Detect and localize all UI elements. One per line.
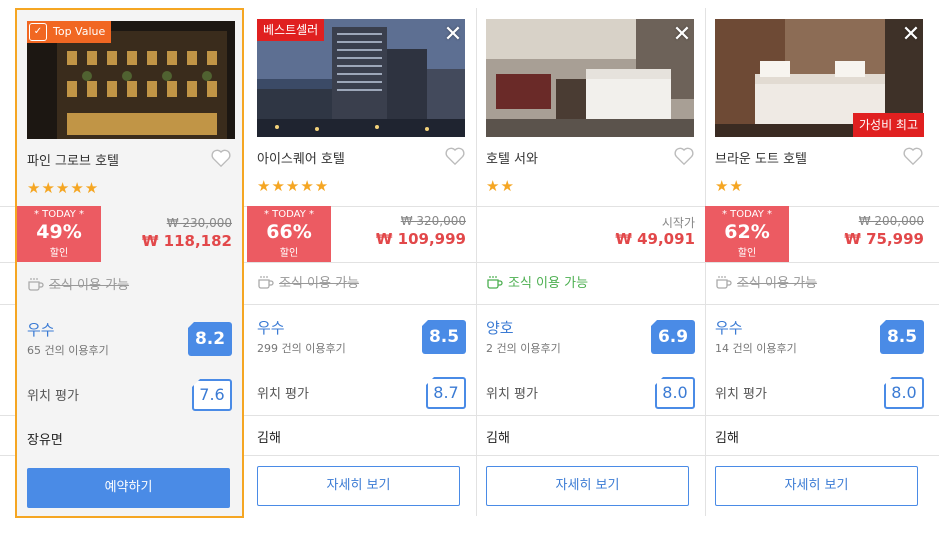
hotel-card[interactable]: 베스트셀러 ✕ 아이스퀘어 호텔 ★★★★★ * TODAY * 66% 할인 … bbox=[247, 8, 476, 518]
sale-price: ₩ 75,999 bbox=[844, 230, 924, 248]
discount-percent: 49% bbox=[36, 221, 82, 243]
hotel-area: 김해 bbox=[257, 431, 281, 446]
star-rating: ★★★★★ bbox=[257, 177, 330, 195]
top-value-icon: ✓ bbox=[29, 23, 47, 41]
hotel-card[interactable]: ✓ Top Value 파인 그로브 호텔 ★★★★★ * TODAY * 49… bbox=[15, 8, 244, 518]
view-details-button[interactable]: 자세히 보기 bbox=[715, 466, 918, 506]
badge-label: Top Value bbox=[53, 25, 106, 38]
location-score-badge: 8.0 bbox=[655, 377, 695, 409]
review-grade: 우수 bbox=[715, 319, 743, 337]
discount-percent: 66% bbox=[266, 221, 312, 243]
breakfast-info: 조식 이용 가능 bbox=[715, 272, 817, 291]
discount-label: 할인 bbox=[737, 248, 757, 259]
sale-price: ₩ 49,091 bbox=[615, 230, 695, 248]
original-price: ₩ 230,000 bbox=[166, 216, 232, 230]
review-score-badge: 8.5 bbox=[879, 319, 924, 354]
heart-icon[interactable] bbox=[444, 146, 466, 166]
breakfast-info: 조식 이용 가능 bbox=[486, 272, 588, 291]
breakfast-label: 조식 이용 가능 bbox=[49, 278, 130, 293]
view-details-button[interactable]: 자세히 보기 bbox=[257, 466, 460, 506]
view-details-button[interactable]: 자세히 보기 bbox=[486, 466, 689, 506]
discount-label: 할인 bbox=[49, 248, 69, 259]
today-label: * TODAY * bbox=[33, 209, 85, 220]
from-label: 시작가 bbox=[661, 216, 695, 230]
close-icon[interactable]: ✕ bbox=[671, 24, 693, 46]
heart-icon[interactable] bbox=[210, 148, 232, 168]
today-deal-box: * TODAY * 62% 할인 bbox=[705, 206, 789, 262]
sale-price: ₩ 118,182 bbox=[141, 232, 232, 250]
today-deal-box: * TODAY * 66% 할인 bbox=[247, 206, 331, 262]
bestseller-badge: 베스트셀러 bbox=[257, 19, 325, 41]
star-rating: ★★★★★ bbox=[27, 179, 100, 197]
review-count[interactable]: 2 건의 이용후기 bbox=[486, 340, 561, 356]
coffee-cup-icon bbox=[258, 275, 274, 289]
review-score-badge: 8.2 bbox=[187, 321, 232, 356]
close-icon[interactable]: ✕ bbox=[900, 24, 922, 46]
original-price: ₩ 320,000 bbox=[400, 214, 466, 228]
coffee-cup-icon bbox=[716, 275, 732, 289]
breakfast-info: 조식 이용 가능 bbox=[27, 274, 129, 293]
hotel-area: 김해 bbox=[486, 431, 510, 446]
review-grade: 우수 bbox=[27, 321, 55, 339]
hotel-card[interactable]: ✕ 호텔 서와 ★★ 시작가 ₩ 49,091 조식 이용 가능 양호 2 건의… bbox=[476, 8, 705, 518]
breakfast-label: 조식 이용 가능 bbox=[737, 276, 818, 291]
today-deal-box: * TODAY * 49% 할인 bbox=[17, 206, 101, 262]
review-score-badge: 8.5 bbox=[421, 319, 466, 354]
review-score-badge: 6.9 bbox=[650, 319, 695, 354]
review-grade: 우수 bbox=[257, 319, 285, 337]
review-grade: 양호 bbox=[486, 319, 514, 337]
breakfast-label: 조식 이용 가능 bbox=[279, 276, 360, 291]
star-rating: ★★ bbox=[486, 177, 515, 195]
sale-price: ₩ 109,999 bbox=[375, 230, 466, 248]
location-rating-label: 위치 평가 bbox=[257, 387, 309, 402]
location-rating-label: 위치 평가 bbox=[486, 387, 538, 402]
original-price: ₩ 200,000 bbox=[858, 214, 924, 228]
top-value-badge: ✓ Top Value bbox=[27, 21, 112, 43]
breakfast-label: 조식 이용 가능 bbox=[508, 276, 589, 291]
hotel-photo[interactable] bbox=[486, 19, 694, 137]
review-count[interactable]: 14 건의 이용후기 bbox=[715, 340, 797, 356]
best-value-badge: 가성비 최고 bbox=[852, 113, 924, 137]
hotel-results: ✓ Top Value 파인 그로브 호텔 ★★★★★ * TODAY * 49… bbox=[0, 0, 939, 534]
hotel-name[interactable]: 파인 그로브 호텔 bbox=[27, 150, 119, 169]
location-score-badge: 8.0 bbox=[884, 377, 924, 409]
close-icon[interactable]: ✕ bbox=[442, 24, 464, 46]
location-score-badge: 7.6 bbox=[192, 379, 232, 411]
heart-icon[interactable] bbox=[673, 146, 695, 166]
location-rating-label: 위치 평가 bbox=[27, 389, 79, 404]
heart-icon[interactable] bbox=[902, 146, 924, 166]
breakfast-info: 조식 이용 가능 bbox=[257, 272, 359, 291]
review-count[interactable]: 65 건의 이용후기 bbox=[27, 342, 109, 358]
book-button[interactable]: 예약하기 bbox=[27, 468, 230, 508]
hotel-name[interactable]: 아이스퀘어 호텔 bbox=[257, 148, 345, 167]
location-rating-label: 위치 평가 bbox=[715, 387, 767, 402]
review-count[interactable]: 299 건의 이용후기 bbox=[257, 340, 346, 356]
hotel-card[interactable]: 가성비 최고 ✕ 브라운 도트 호텔 ★★ * TODAY * 62% 할인 ₩… bbox=[705, 8, 934, 518]
today-label: * TODAY * bbox=[263, 209, 315, 220]
location-score-badge: 8.7 bbox=[426, 377, 466, 409]
discount-label: 할인 bbox=[279, 248, 299, 259]
coffee-cup-icon bbox=[487, 275, 503, 289]
today-label: * TODAY * bbox=[721, 209, 773, 220]
hotel-area: 김해 bbox=[715, 431, 739, 446]
discount-percent: 62% bbox=[724, 221, 770, 243]
hotel-name[interactable]: 브라운 도트 호텔 bbox=[715, 148, 807, 167]
star-rating: ★★ bbox=[715, 177, 744, 195]
hotel-name[interactable]: 호텔 서와 bbox=[486, 148, 538, 167]
coffee-cup-icon bbox=[28, 277, 44, 291]
hotel-area: 장유면 bbox=[27, 433, 63, 448]
